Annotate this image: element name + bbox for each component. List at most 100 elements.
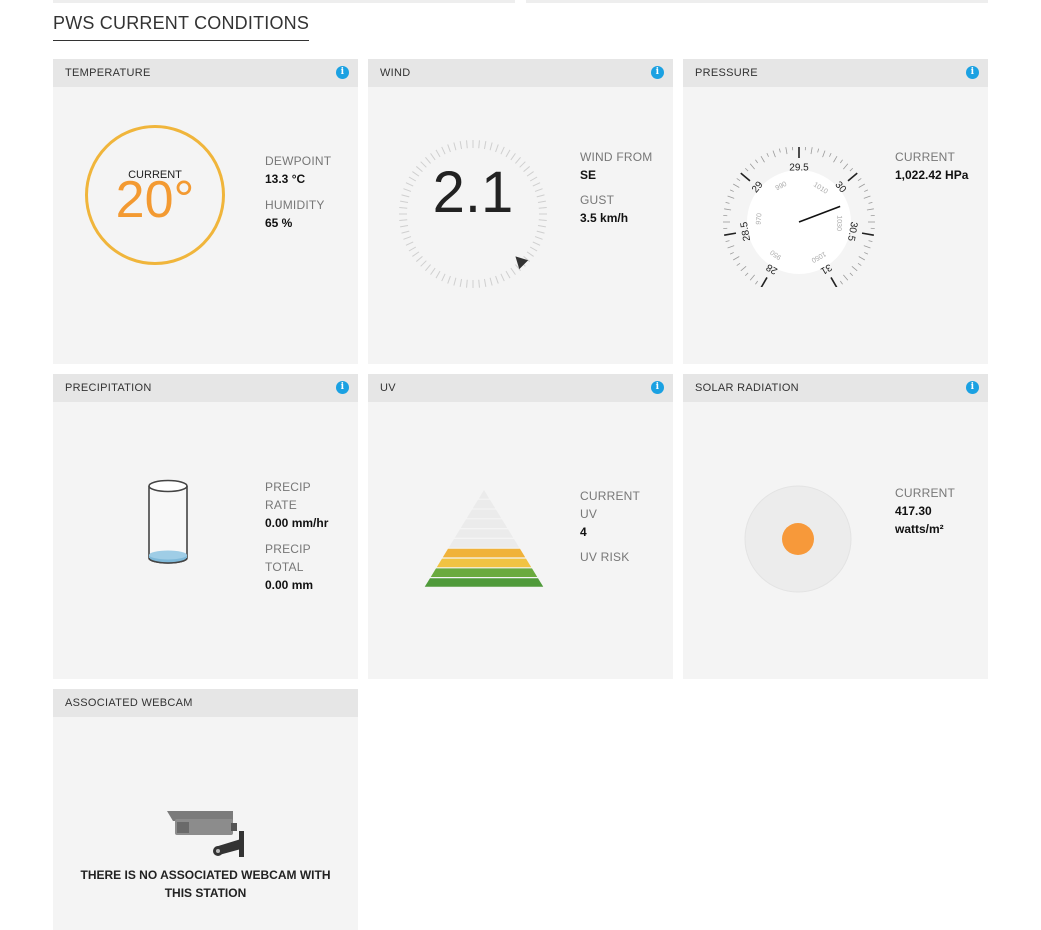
pressure-dial-tick <box>843 274 849 281</box>
dewpoint-label: DEWPOINT <box>265 154 332 168</box>
solar-unit: watts/m² <box>895 522 944 536</box>
uv-pyramid-band <box>448 539 520 548</box>
pressure-dial-tick <box>847 172 858 182</box>
pressure-dial-tick <box>839 159 843 164</box>
wind-dial-tick <box>405 182 414 187</box>
top-tab-bar-right <box>526 0 988 3</box>
pressure-dial-tick <box>866 208 874 211</box>
gust-value: 3.5 km/h <box>580 211 629 225</box>
pressure-inhg-tick-label: 29.5 <box>789 163 809 174</box>
uv-pyramid-band <box>424 578 544 587</box>
wind-dial-tick <box>415 166 423 172</box>
temperature-title: TEMPERATURE <box>65 67 151 79</box>
info-icon[interactable]: i <box>651 66 664 79</box>
uv-pyramid-band <box>454 529 514 538</box>
wind-dial-tick <box>505 270 511 279</box>
wind-dial-tick <box>435 149 441 158</box>
uv-risk-label: UV RISK <box>580 550 630 564</box>
uv-pyramid-band <box>436 558 532 568</box>
precip-total-value: 0.00 mm <box>265 578 314 592</box>
wind-dial-tick <box>400 224 409 228</box>
wind-dial-tick <box>537 224 546 228</box>
wind-dial-tick <box>405 241 414 246</box>
temperature-current-value: 20° <box>115 171 195 229</box>
pressure-dial-tick <box>864 252 869 255</box>
pressure-dial-tick <box>725 201 730 204</box>
pressure-dial-tick <box>727 195 735 199</box>
uv-pyramid-band <box>430 568 538 577</box>
pressure-dial-tick <box>725 240 730 243</box>
pressure-dial-tick <box>772 150 776 158</box>
pressure-dial-tick <box>829 152 832 157</box>
wind-dial-tick <box>415 256 423 262</box>
pressure-dial-tick <box>830 277 838 287</box>
wind-dial-tick <box>401 230 410 234</box>
wind-dial-tick <box>412 171 420 177</box>
wind-dial-tick <box>403 236 412 240</box>
solar-current-value: 417.30 <box>895 504 932 518</box>
uv-panel: UV i CURRENT UV 4 UV RISK <box>368 374 673 679</box>
pressure-dial-tick <box>732 183 740 188</box>
info-icon[interactable]: i <box>651 381 664 394</box>
pressure-dial-tick <box>785 147 788 155</box>
pressure-dial-tick <box>744 272 749 277</box>
wind-from-value: SE <box>580 168 597 182</box>
wind-dial-tick <box>459 278 463 287</box>
wind-dial-tick <box>483 141 487 150</box>
wind-dial-tick <box>505 149 511 158</box>
wind-title: WIND <box>380 67 411 79</box>
webcam-title: ASSOCIATED WEBCAM <box>65 697 193 709</box>
wind-speed-value: 2.1 <box>432 160 514 225</box>
no-webcam-message-line-2: THIS STATION <box>164 886 247 900</box>
precip-rate-value: 0.00 mm/hr <box>265 516 329 530</box>
pressure-dial-tick <box>817 148 820 153</box>
solar-current-label: CURRENT <box>895 486 956 500</box>
info-icon[interactable]: i <box>966 381 979 394</box>
pressure-dial-tick <box>740 266 747 272</box>
pressure-dial-tick <box>849 272 854 277</box>
pressure-dial-tick <box>778 148 781 153</box>
wind-dial-tick <box>489 277 493 286</box>
wind-from-label: WIND FROM <box>580 150 653 164</box>
info-icon[interactable]: i <box>966 66 979 79</box>
wind-dial-tick <box>478 279 480 288</box>
precipitation-title: PRECIPITATION <box>65 382 152 394</box>
pressure-dial-tick <box>843 163 849 170</box>
pressure-dial-tick <box>851 266 858 272</box>
info-icon[interactable]: i <box>336 381 349 394</box>
pressure-hpa-tick-label: 970 <box>756 213 764 225</box>
wind-dial-tick <box>441 146 446 155</box>
dewpoint-value: 13.3 °C <box>265 172 306 186</box>
wind-dial-tick <box>510 267 516 275</box>
uv-pyramid-band <box>466 509 502 519</box>
uv-pyramid-band <box>460 519 508 528</box>
precip-rate-label-2: RATE <box>265 498 297 512</box>
security-camera-icon <box>167 811 244 857</box>
info-icon[interactable]: i <box>336 66 349 79</box>
wind-dial-tick <box>500 273 505 282</box>
wind-dial-tick <box>400 200 409 204</box>
pressure-dial-tick <box>724 208 732 211</box>
wind-panel-header: WIND i <box>368 59 673 87</box>
wind-dial-tick <box>537 200 546 204</box>
precipitation-panel: PRECIPITATION i PRECIP RATE 0.00 mm/hr P… <box>53 374 358 679</box>
wind-dial-tick <box>523 166 531 172</box>
pressure-dial-tick <box>749 163 755 170</box>
pressure-dial-tick <box>864 189 869 192</box>
wind-dial-tick <box>401 194 410 198</box>
wind-dial-tick <box>536 230 545 234</box>
wind-dial-tick <box>399 219 408 221</box>
wind-panel: WIND i 2.1 WIND FROM SE GUST 3.5 km/h <box>368 59 673 364</box>
precip-total-label-2: TOTAL <box>265 560 304 574</box>
top-tab-bar-left <box>53 0 515 3</box>
wind-dial-tick <box>495 144 499 153</box>
pressure-dial-tick <box>727 245 735 249</box>
precip-total-label-1: PRECIP <box>265 542 311 556</box>
wind-dial-tick <box>532 241 541 246</box>
wind-dial-tick <box>453 277 457 286</box>
no-webcam-message-line-1: THERE IS NO ASSOCIATED WEBCAM WITH <box>80 868 331 882</box>
pressure-dial-tick <box>755 280 759 285</box>
wind-dial-tick <box>412 251 420 257</box>
no-webcam-message: THERE IS NO ASSOCIATED WEBCAM WITH THIS … <box>53 866 358 902</box>
wind-dial-tick <box>425 264 431 272</box>
